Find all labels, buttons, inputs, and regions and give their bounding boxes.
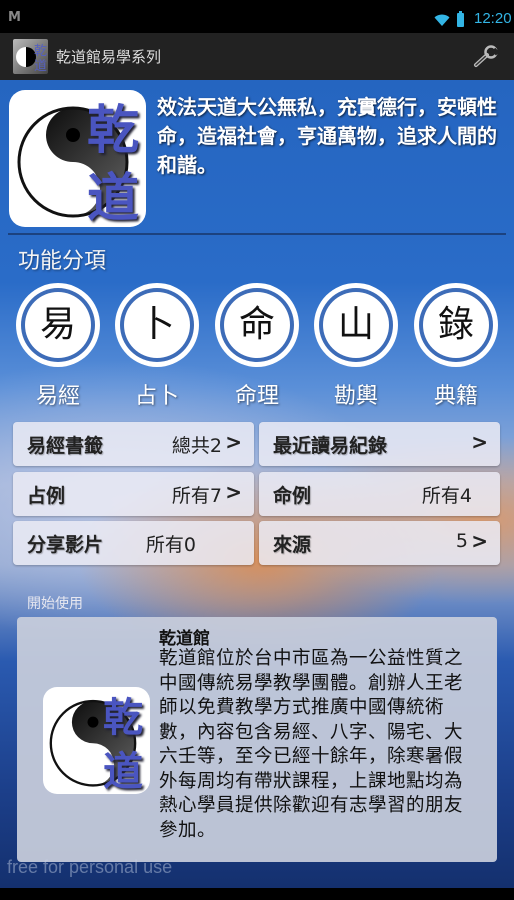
wifi-icon	[434, 14, 450, 26]
gmail-icon: M	[8, 10, 21, 25]
main-content: 乾 道 效法天道大公無私，充實德行，安頓性命，造福社會，亨通萬物，追求人間的和諧…	[0, 80, 514, 888]
functions-title: 功能分項	[18, 249, 107, 274]
fortune-cases-button[interactable]: 命例 所有4	[259, 472, 500, 516]
button-value: 總共2	[171, 435, 222, 457]
status-bar: M 12:20	[0, 0, 514, 33]
function-yijing[interactable]: 易 易經	[14, 283, 102, 409]
wrench-icon[interactable]	[473, 45, 499, 69]
function-label: 命理	[234, 384, 279, 409]
button-value: 所有0	[145, 534, 196, 556]
button-value: 5	[455, 530, 468, 552]
navigation-bar	[0, 888, 514, 900]
function-label: 易經	[35, 384, 80, 409]
app-title: 乾道館易學系列	[56, 48, 162, 66]
divider	[8, 233, 506, 235]
button-label: 來源	[273, 534, 312, 556]
battery-icon	[457, 11, 464, 27]
motto-text: 效法天道大公無私，充實德行，安頓性命，造福社會，亨通萬物，追求人間的和諧。	[157, 95, 497, 177]
clock: 12:20	[474, 10, 512, 27]
recent-reading-button[interactable]: 最近讀易紀錄 >	[259, 422, 500, 466]
card-logo: 乾 道	[43, 687, 150, 794]
button-label: 占例	[27, 485, 66, 507]
app-logo-icon[interactable]: 乾 道	[13, 39, 48, 74]
sources-button[interactable]: 來源 5 >	[259, 521, 500, 565]
function-glyph: 命	[238, 304, 275, 345]
function-classics[interactable]: 錄 典籍	[412, 283, 500, 409]
button-value: 所有4	[421, 485, 472, 507]
action-bar: 乾 道 乾道館易學系列	[0, 33, 514, 80]
intro-card[interactable]: 乾 道 乾道館 乾道館位於台中市區為一公益性質之中國傳統易學教學團體。創辦人王老…	[17, 617, 497, 862]
function-glyph: 錄	[437, 304, 474, 345]
function-label: 占卜	[134, 384, 179, 409]
logo-char: 道	[103, 748, 143, 794]
getting-started-label: 開始使用	[27, 596, 83, 612]
button-label: 分享影片	[27, 534, 104, 556]
card-title: 乾道館	[159, 629, 210, 649]
button-label: 易經書籤	[27, 435, 104, 457]
function-fortune[interactable]: 命 命理	[213, 283, 301, 409]
function-glyph: 山	[337, 304, 374, 345]
shared-videos-button[interactable]: 分享影片 所有0	[13, 521, 254, 565]
button-value: 所有7	[171, 485, 222, 507]
function-label: 典籍	[433, 384, 478, 409]
logo-char: 道	[33, 59, 47, 74]
button-label: 最近讀易紀錄	[273, 435, 388, 457]
button-label: 命例	[273, 485, 312, 507]
function-glyph: 卜	[138, 304, 175, 345]
chevron-right-icon: >	[471, 529, 488, 553]
chevron-right-icon: >	[471, 430, 488, 454]
logo-char: 乾	[103, 694, 143, 741]
function-divination[interactable]: 卜 占卜	[113, 283, 201, 409]
watermark: free for personal use	[7, 857, 173, 877]
function-label: 勘輿	[333, 384, 378, 409]
divination-cases-button[interactable]: 占例 所有7 >	[13, 472, 254, 516]
logo-char: 乾	[87, 100, 140, 161]
function-geomancy[interactable]: 山 勘輿	[312, 283, 400, 409]
function-glyph: 易	[39, 304, 76, 345]
logo-char: 道	[87, 168, 140, 227]
header-logo: 乾 道	[9, 90, 146, 227]
card-body: 乾道館位於台中市區為一公益性質之中國傳統易學教學團體。創辦人王老師以免費教學方式…	[159, 648, 464, 841]
chevron-right-icon: >	[225, 480, 242, 504]
chevron-right-icon: >	[225, 430, 242, 454]
bookmarks-button[interactable]: 易經書籤 總共2 >	[13, 422, 254, 466]
